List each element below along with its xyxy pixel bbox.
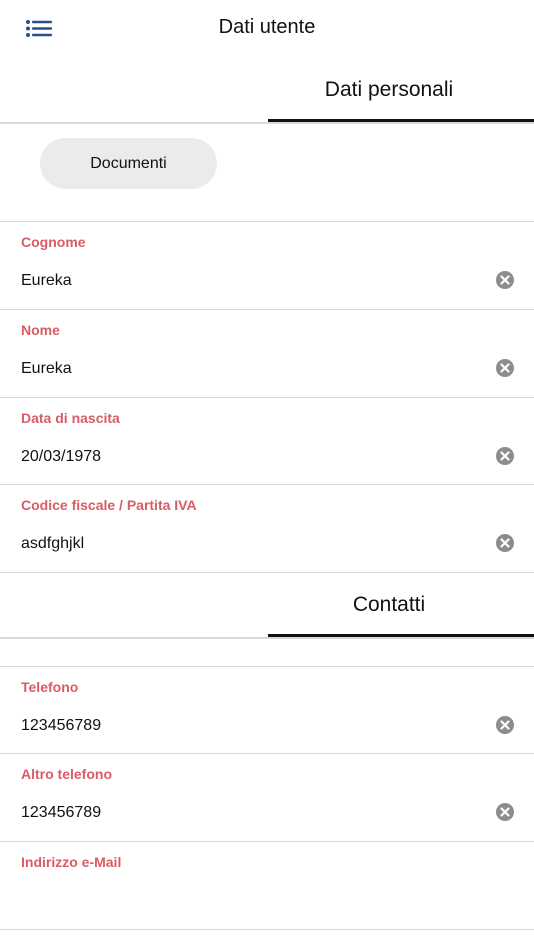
top-bar: Dati utente [0,0,534,58]
field-label: Telefono [21,679,79,695]
tab-dati-personali[interactable]: Dati personali [0,58,534,124]
clear-icon[interactable] [495,446,515,466]
page-title: Dati utente [218,16,316,38]
tab-active-indicator [268,119,534,122]
tab-contatti[interactable]: Contatti [0,573,534,639]
email-input[interactable] [21,892,461,910]
field-label: Indirizzo e-Mail [21,854,122,870]
field-telefono: Telefono [0,667,534,755]
divider [0,929,534,930]
tab-dati-personali-label: Dati personali [324,78,454,101]
clear-icon[interactable] [495,715,515,735]
field-label: Nome [21,322,60,338]
field-altro-telefono: Altro telefono [0,754,534,842]
tab-underline [0,122,534,124]
alt-phone-input[interactable] [21,804,461,822]
field-email: Indirizzo e-Mail [0,842,534,930]
clear-icon[interactable] [495,802,515,822]
cognome-input[interactable] [21,272,461,290]
tab-underline [0,637,534,639]
field-label: Data di nascita [21,410,120,426]
field-label: Cognome [21,234,86,250]
tax-code-input[interactable] [21,535,461,553]
clear-icon[interactable] [495,533,515,553]
clear-icon[interactable] [495,358,515,378]
field-label: Altro telefono [21,766,112,782]
field-codice-fiscale: Codice fiscale / Partita IVA [0,485,534,573]
tab-active-indicator [268,634,534,637]
phone-input[interactable] [21,717,461,735]
birthdate-input[interactable] [21,448,461,466]
field-data-di-nascita: Data di nascita [0,398,534,486]
documents-button[interactable]: Documenti [40,138,217,189]
clear-icon[interactable] [495,270,515,290]
tab-contatti-label: Contatti [352,593,426,616]
field-cognome: Cognome [0,222,534,310]
field-nome: Nome [0,310,534,398]
field-label: Codice fiscale / Partita IVA [21,497,197,513]
nome-input[interactable] [21,360,461,378]
